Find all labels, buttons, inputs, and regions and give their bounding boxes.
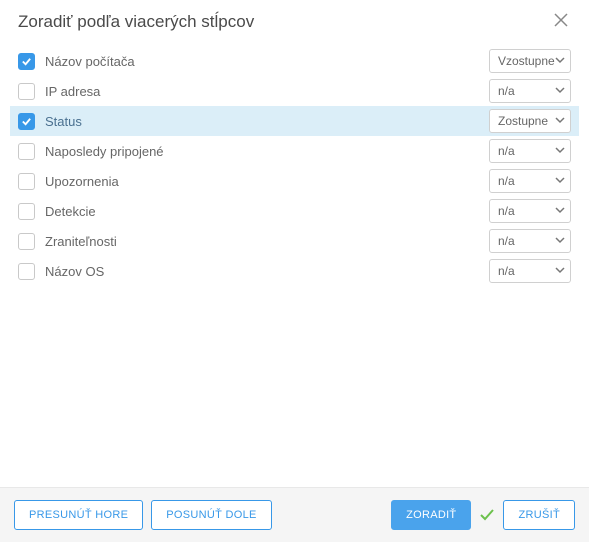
sort-direction-select[interactable]: n/a (489, 259, 571, 283)
move-up-button[interactable]: PRESUNÚŤ HORE (14, 500, 143, 530)
column-row[interactable]: Názov OSn/a (10, 256, 579, 286)
column-row[interactable]: IP adresan/a (10, 76, 579, 106)
column-checkbox[interactable] (18, 263, 35, 280)
dialog-title: Zoradiť podľa viacerých stĺpcov (18, 12, 254, 32)
column-list: Názov počítačaVzostupneIP adresan/aStatu… (0, 40, 589, 487)
column-row[interactable]: Zraniteľnostin/a (10, 226, 579, 256)
column-checkbox[interactable] (18, 83, 35, 100)
dialog-header: Zoradiť podľa viacerých stĺpcov (0, 0, 589, 40)
sort-direction-value[interactable]: n/a (489, 139, 571, 163)
success-check-icon (479, 507, 495, 523)
column-label: Názov počítača (45, 54, 489, 69)
close-icon (554, 13, 568, 32)
sort-direction-select[interactable]: n/a (489, 139, 571, 163)
sort-direction-select[interactable]: n/a (489, 229, 571, 253)
sort-direction-value[interactable]: n/a (489, 229, 571, 253)
column-row[interactable]: Detekcien/a (10, 196, 579, 226)
sort-direction-select[interactable]: n/a (489, 169, 571, 193)
column-row[interactable]: Upozornenian/a (10, 166, 579, 196)
sort-direction-value[interactable]: n/a (489, 259, 571, 283)
column-checkbox[interactable] (18, 173, 35, 190)
cancel-button[interactable]: ZRUŠIŤ (503, 500, 575, 530)
sort-button[interactable]: ZORADIŤ (391, 500, 471, 530)
sort-direction-select[interactable]: Vzostupne (489, 49, 571, 73)
column-row[interactable]: Názov počítačaVzostupne (10, 46, 579, 76)
column-label: Status (45, 114, 489, 129)
column-checkbox[interactable] (18, 143, 35, 160)
column-label: Detekcie (45, 204, 489, 219)
column-row[interactable]: Naposledy pripojenén/a (10, 136, 579, 166)
close-button[interactable] (551, 12, 571, 32)
sort-direction-value[interactable]: n/a (489, 79, 571, 103)
column-label: Upozornenia (45, 174, 489, 189)
column-checkbox[interactable] (18, 203, 35, 220)
column-checkbox[interactable] (18, 53, 35, 70)
sort-direction-value[interactable]: Zostupne (489, 109, 571, 133)
column-row[interactable]: StatusZostupne (10, 106, 579, 136)
sort-direction-select[interactable]: n/a (489, 79, 571, 103)
sort-direction-select[interactable]: Zostupne (489, 109, 571, 133)
column-checkbox[interactable] (18, 113, 35, 130)
sort-direction-value[interactable]: n/a (489, 199, 571, 223)
move-down-button[interactable]: POSUNÚŤ DOLE (151, 500, 271, 530)
column-label: IP adresa (45, 84, 489, 99)
column-label: Zraniteľnosti (45, 234, 489, 249)
dialog-footer: PRESUNÚŤ HORE POSUNÚŤ DOLE ZORADIŤ ZRUŠI… (0, 487, 589, 542)
column-label: Názov OS (45, 264, 489, 279)
sort-direction-value[interactable]: n/a (489, 169, 571, 193)
column-label: Naposledy pripojené (45, 144, 489, 159)
column-checkbox[interactable] (18, 233, 35, 250)
sort-direction-select[interactable]: n/a (489, 199, 571, 223)
sort-direction-value[interactable]: Vzostupne (489, 49, 571, 73)
